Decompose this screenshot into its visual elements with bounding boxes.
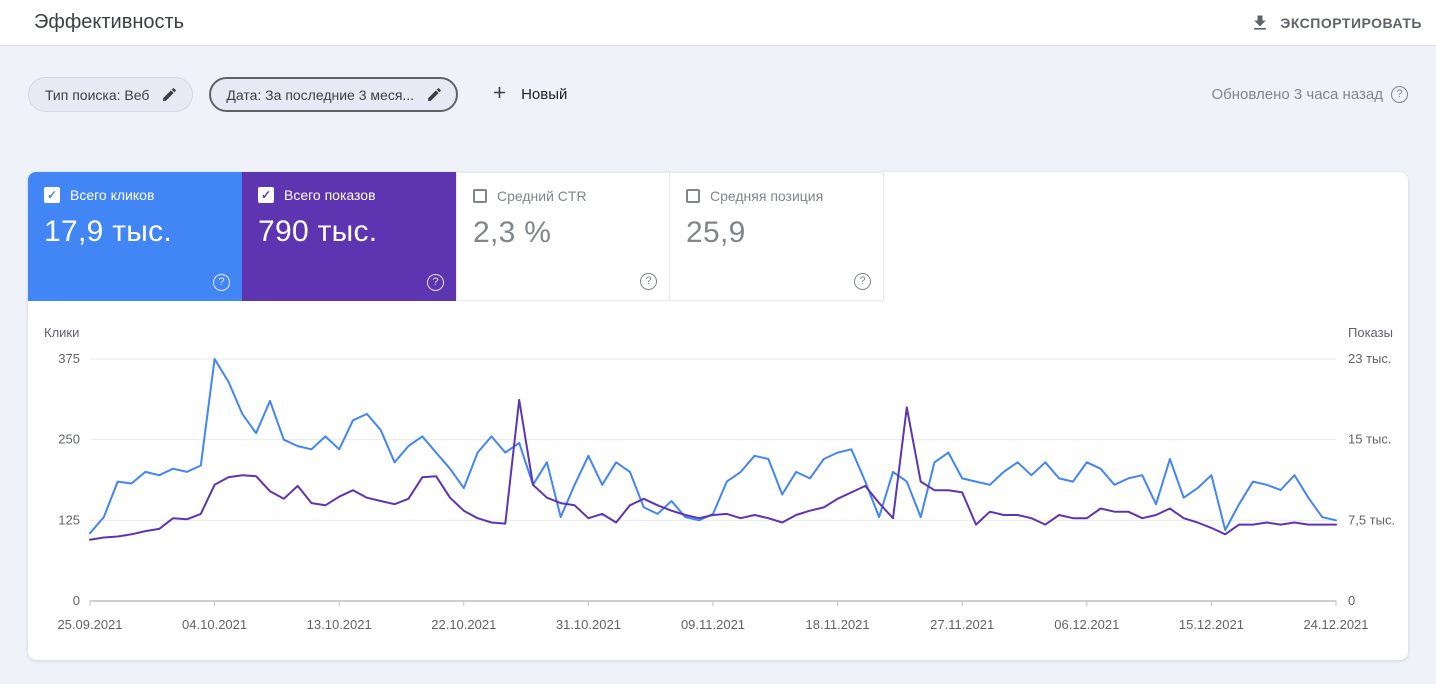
svg-text:7,5 тыс.: 7,5 тыс. <box>1348 512 1395 527</box>
metric-label: Всего кликов <box>70 187 155 203</box>
edit-icon[interactable] <box>426 86 443 103</box>
svg-text:27.11.2021: 27.11.2021 <box>930 617 994 632</box>
metric-value: 2,3 % <box>473 216 552 249</box>
svg-text:125: 125 <box>58 512 80 527</box>
svg-text:15.12.2021: 15.12.2021 <box>1179 617 1244 632</box>
svg-text:0: 0 <box>73 593 80 608</box>
help-icon[interactable]: ? <box>427 274 444 291</box>
filter-chip-search-type[interactable]: Тип поиска: Веб <box>28 77 194 112</box>
metric-label: Всего показов <box>284 187 376 203</box>
svg-text:250: 250 <box>58 432 80 447</box>
checkbox-unchecked-icon[interactable] <box>473 189 487 203</box>
help-icon[interactable]: ? <box>213 274 230 291</box>
metric-label: Средний CTR <box>497 188 587 204</box>
svg-text:23 тыс.: 23 тыс. <box>1348 351 1391 366</box>
metric-tile-header: Средняя позиция <box>686 188 867 204</box>
svg-text:Показы: Показы <box>1348 325 1393 340</box>
help-icon[interactable]: ? <box>1391 86 1408 103</box>
metric-value: 25,9 <box>686 216 746 249</box>
metric-label: Средняя позиция <box>710 188 824 204</box>
performance-line-chart[interactable]: 0 0 125 7,5 тыс. 250 15 тыс. 375 23 тыс. Клики По… <box>28 321 1408 651</box>
updated-text: Обновлено 3 часа назад <box>1211 86 1383 103</box>
new-filter-label: Новый <box>521 86 568 103</box>
export-label: ЭКСПОРТИРОВАТЬ <box>1280 14 1422 31</box>
svg-text:09.11.2021: 09.11.2021 <box>681 617 745 632</box>
svg-text:24.12.2021: 24.12.2021 <box>1303 617 1368 632</box>
updated-status: Обновлено 3 часа назад ? <box>1211 86 1408 103</box>
plus-icon <box>490 83 509 106</box>
svg-text:18.11.2021: 18.11.2021 <box>806 617 870 632</box>
download-icon <box>1250 13 1270 33</box>
checkbox-checked-icon[interactable]: ✓ <box>258 187 274 203</box>
checkbox-checked-icon[interactable]: ✓ <box>44 187 60 203</box>
svg-text:04.10.2021: 04.10.2021 <box>182 617 247 632</box>
chart-area: 0 0 125 7,5 тыс. 250 15 тыс. 375 23 тыс. Клики По… <box>28 301 1408 660</box>
help-icon[interactable]: ? <box>854 273 871 290</box>
filter-chip-date-label: Дата: За последние 3 меся... <box>226 86 415 103</box>
svg-text:25.09.2021: 25.09.2021 <box>57 617 122 632</box>
export-button[interactable]: ЭКСПОРТИРОВАТЬ <box>1246 7 1426 39</box>
new-filter-button[interactable]: Новый <box>482 77 575 112</box>
page-header: Эффективность ЭКСПОРТИРОВАТЬ <box>0 0 1436 46</box>
filter-chip-date[interactable]: Дата: За последние 3 меся... <box>209 77 459 112</box>
metric-tile-average-ctr[interactable]: Средний CTR 2,3 % ? <box>456 172 670 301</box>
svg-text:375: 375 <box>58 351 80 366</box>
svg-text:06.12.2021: 06.12.2021 <box>1054 617 1119 632</box>
metric-tile-header: ✓ Всего кликов <box>44 187 226 203</box>
page-title: Эффективность <box>34 11 185 33</box>
filter-bar: Тип поиска: Веб Дата: За последние 3 мес… <box>28 77 1408 112</box>
svg-text:15 тыс.: 15 тыс. <box>1348 432 1391 447</box>
metric-tile-header: Средний CTR <box>473 188 653 204</box>
metric-value: 17,9 тыс. <box>44 215 173 248</box>
svg-text:22.10.2021: 22.10.2021 <box>431 617 496 632</box>
metric-tile-header: ✓ Всего показов <box>258 187 440 203</box>
svg-text:31.10.2021: 31.10.2021 <box>556 617 621 632</box>
metric-value: 790 тыс. <box>258 215 378 248</box>
metric-tile-average-position[interactable]: Средняя позиция 25,9 ? <box>670 172 884 301</box>
edit-icon[interactable] <box>161 86 178 103</box>
metric-tile-total-impressions[interactable]: ✓ Всего показов 790 тыс. ? <box>242 172 456 301</box>
svg-text:Клики: Клики <box>44 325 79 340</box>
metric-tiles: ✓ Всего кликов 17,9 тыс. ? ✓ Всего показ… <box>28 172 1408 301</box>
filter-chip-search-type-label: Тип поиска: Веб <box>45 86 150 103</box>
performance-card: ✓ Всего кликов 17,9 тыс. ? ✓ Всего показ… <box>28 172 1408 660</box>
checkbox-unchecked-icon[interactable] <box>686 189 700 203</box>
svg-text:0: 0 <box>1348 593 1355 608</box>
svg-text:13.10.2021: 13.10.2021 <box>307 617 372 632</box>
help-icon[interactable]: ? <box>640 273 657 290</box>
metric-tile-total-clicks[interactable]: ✓ Всего кликов 17,9 тыс. ? <box>28 172 242 301</box>
